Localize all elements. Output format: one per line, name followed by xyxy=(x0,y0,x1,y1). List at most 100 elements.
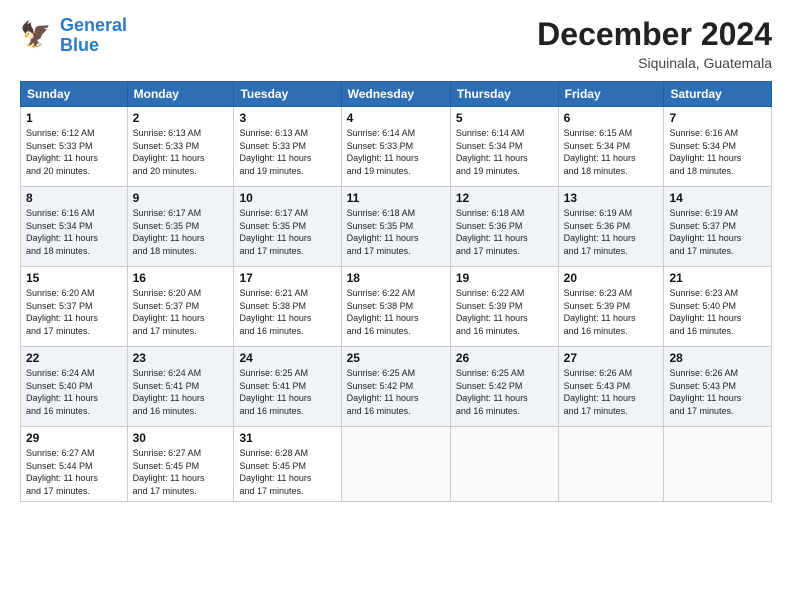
calendar-cell: 1 Sunrise: 6:12 AM Sunset: 5:33 PM Daylig… xyxy=(21,107,128,187)
calendar-day-header: Tuesday xyxy=(234,82,341,107)
day-info: Sunrise: 6:24 AM Sunset: 5:40 PM Dayligh… xyxy=(26,367,122,417)
day-number: 13 xyxy=(564,191,659,205)
day-info: Sunrise: 6:27 AM Sunset: 5:45 PM Dayligh… xyxy=(133,447,229,497)
calendar-day-header: Wednesday xyxy=(341,82,450,107)
calendar-cell: 13 Sunrise: 6:19 AM Sunset: 5:36 PM Dayli… xyxy=(558,187,664,267)
day-info: Sunrise: 6:25 AM Sunset: 5:42 PM Dayligh… xyxy=(347,367,445,417)
calendar-cell: 9 Sunrise: 6:17 AM Sunset: 5:35 PM Daylig… xyxy=(127,187,234,267)
day-info: Sunrise: 6:13 AM Sunset: 5:33 PM Dayligh… xyxy=(133,127,229,177)
header: 🦅 General Blue December 2024 Siquinala, … xyxy=(20,16,772,71)
calendar-cell: 20 Sunrise: 6:23 AM Sunset: 5:39 PM Dayli… xyxy=(558,267,664,347)
day-number: 30 xyxy=(133,431,229,445)
calendar-cell: 3Sunrise: 6:13 AM Sunset: 5:33 PM Daylig… xyxy=(234,107,341,187)
day-number: 31 xyxy=(239,431,335,445)
day-number: 20 xyxy=(564,271,659,285)
day-info: Sunrise: 6:19 AM Sunset: 5:37 PM Dayligh… xyxy=(669,207,766,257)
logo: 🦅 General Blue xyxy=(20,16,127,56)
logo-bird-icon: 🦅 xyxy=(20,18,56,54)
day-number: 29 xyxy=(26,431,122,445)
calendar-cell: 6Sunrise: 6:15 AM Sunset: 5:34 PM Daylig… xyxy=(558,107,664,187)
calendar-cell: 7 Sunrise: 6:16 AM Sunset: 5:34 PM Daylig… xyxy=(664,107,772,187)
day-info: Sunrise: 6:14 AM Sunset: 5:34 PM Dayligh… xyxy=(456,127,553,177)
calendar-cell xyxy=(450,427,558,502)
page: 🦅 General Blue December 2024 Siquinala, … xyxy=(0,0,792,612)
calendar-cell: 26Sunrise: 6:25 AM Sunset: 5:42 PM Dayli… xyxy=(450,347,558,427)
day-info: Sunrise: 6:25 AM Sunset: 5:41 PM Dayligh… xyxy=(239,367,335,417)
calendar-table: SundayMondayTuesdayWednesdayThursdayFrid… xyxy=(20,81,772,502)
svg-text:🦅: 🦅 xyxy=(20,19,51,49)
calendar-cell: 23Sunrise: 6:24 AM Sunset: 5:41 PM Dayli… xyxy=(127,347,234,427)
day-info: Sunrise: 6:16 AM Sunset: 5:34 PM Dayligh… xyxy=(26,207,122,257)
day-info: Sunrise: 6:18 AM Sunset: 5:35 PM Dayligh… xyxy=(347,207,445,257)
calendar-cell: 17Sunrise: 6:21 AM Sunset: 5:38 PM Dayli… xyxy=(234,267,341,347)
calendar-week-row: 8 Sunrise: 6:16 AM Sunset: 5:34 PM Daylig… xyxy=(21,187,772,267)
calendar-week-row: 1 Sunrise: 6:12 AM Sunset: 5:33 PM Daylig… xyxy=(21,107,772,187)
day-number: 9 xyxy=(133,191,229,205)
calendar-cell: 4 Sunrise: 6:14 AM Sunset: 5:33 PM Daylig… xyxy=(341,107,450,187)
day-number: 18 xyxy=(347,271,445,285)
day-info: Sunrise: 6:16 AM Sunset: 5:34 PM Dayligh… xyxy=(669,127,766,177)
calendar-cell: 28Sunrise: 6:26 AM Sunset: 5:43 PM Dayli… xyxy=(664,347,772,427)
day-number: 4 xyxy=(347,111,445,125)
day-number: 22 xyxy=(26,351,122,365)
day-number: 24 xyxy=(239,351,335,365)
day-number: 8 xyxy=(26,191,122,205)
calendar-cell: 18Sunrise: 6:22 AM Sunset: 5:38 PM Dayli… xyxy=(341,267,450,347)
calendar-cell xyxy=(558,427,664,502)
day-number: 7 xyxy=(669,111,766,125)
day-info: Sunrise: 6:12 AM Sunset: 5:33 PM Dayligh… xyxy=(26,127,122,177)
day-number: 17 xyxy=(239,271,335,285)
day-number: 26 xyxy=(456,351,553,365)
calendar-cell: 25 Sunrise: 6:25 AM Sunset: 5:42 PM Dayli… xyxy=(341,347,450,427)
day-number: 10 xyxy=(239,191,335,205)
day-number: 28 xyxy=(669,351,766,365)
calendar-cell: 22 Sunrise: 6:24 AM Sunset: 5:40 PM Dayli… xyxy=(21,347,128,427)
day-info: Sunrise: 6:22 AM Sunset: 5:39 PM Dayligh… xyxy=(456,287,553,337)
calendar-day-header: Saturday xyxy=(664,82,772,107)
calendar-cell xyxy=(664,427,772,502)
day-info: Sunrise: 6:23 AM Sunset: 5:40 PM Dayligh… xyxy=(669,287,766,337)
calendar-header-row: SundayMondayTuesdayWednesdayThursdayFrid… xyxy=(21,82,772,107)
day-info: Sunrise: 6:13 AM Sunset: 5:33 PM Dayligh… xyxy=(239,127,335,177)
day-number: 14 xyxy=(669,191,766,205)
calendar-cell: 14 Sunrise: 6:19 AM Sunset: 5:37 PM Dayli… xyxy=(664,187,772,267)
day-info: Sunrise: 6:20 AM Sunset: 5:37 PM Dayligh… xyxy=(133,287,229,337)
day-number: 19 xyxy=(456,271,553,285)
calendar-cell xyxy=(341,427,450,502)
calendar-cell: 29 Sunrise: 6:27 AM Sunset: 5:44 PM Dayli… xyxy=(21,427,128,502)
calendar-cell: 12Sunrise: 6:18 AM Sunset: 5:36 PM Dayli… xyxy=(450,187,558,267)
day-number: 1 xyxy=(26,111,122,125)
calendar-cell: 21 Sunrise: 6:23 AM Sunset: 5:40 PM Dayli… xyxy=(664,267,772,347)
title-block: December 2024 Siquinala, Guatemala xyxy=(537,16,772,71)
calendar-week-row: 15Sunrise: 6:20 AM Sunset: 5:37 PM Dayli… xyxy=(21,267,772,347)
calendar-day-header: Friday xyxy=(558,82,664,107)
day-number: 5 xyxy=(456,111,553,125)
day-info: Sunrise: 6:14 AM Sunset: 5:33 PM Dayligh… xyxy=(347,127,445,177)
day-number: 16 xyxy=(133,271,229,285)
day-number: 2 xyxy=(133,111,229,125)
calendar-cell: 31Sunrise: 6:28 AM Sunset: 5:45 PM Dayli… xyxy=(234,427,341,502)
day-info: Sunrise: 6:26 AM Sunset: 5:43 PM Dayligh… xyxy=(564,367,659,417)
day-number: 25 xyxy=(347,351,445,365)
day-info: Sunrise: 6:17 AM Sunset: 5:35 PM Dayligh… xyxy=(239,207,335,257)
logo-text: General Blue xyxy=(60,16,127,56)
day-info: Sunrise: 6:23 AM Sunset: 5:39 PM Dayligh… xyxy=(564,287,659,337)
calendar-day-header: Sunday xyxy=(21,82,128,107)
calendar-day-header: Monday xyxy=(127,82,234,107)
day-info: Sunrise: 6:27 AM Sunset: 5:44 PM Dayligh… xyxy=(26,447,122,497)
calendar-week-row: 22 Sunrise: 6:24 AM Sunset: 5:40 PM Dayli… xyxy=(21,347,772,427)
calendar-cell: 27Sunrise: 6:26 AM Sunset: 5:43 PM Dayli… xyxy=(558,347,664,427)
calendar-cell: 11Sunrise: 6:18 AM Sunset: 5:35 PM Dayli… xyxy=(341,187,450,267)
calendar-cell: 2 Sunrise: 6:13 AM Sunset: 5:33 PM Daylig… xyxy=(127,107,234,187)
day-info: Sunrise: 6:18 AM Sunset: 5:36 PM Dayligh… xyxy=(456,207,553,257)
calendar-cell: 24 Sunrise: 6:25 AM Sunset: 5:41 PM Dayli… xyxy=(234,347,341,427)
calendar-day-header: Thursday xyxy=(450,82,558,107)
day-info: Sunrise: 6:17 AM Sunset: 5:35 PM Dayligh… xyxy=(133,207,229,257)
calendar-cell: 5 Sunrise: 6:14 AM Sunset: 5:34 PM Daylig… xyxy=(450,107,558,187)
calendar-cell: 10 Sunrise: 6:17 AM Sunset: 5:35 PM Dayli… xyxy=(234,187,341,267)
day-info: Sunrise: 6:20 AM Sunset: 5:37 PM Dayligh… xyxy=(26,287,122,337)
location: Siquinala, Guatemala xyxy=(537,55,772,71)
day-info: Sunrise: 6:19 AM Sunset: 5:36 PM Dayligh… xyxy=(564,207,659,257)
day-number: 21 xyxy=(669,271,766,285)
calendar-cell: 30 Sunrise: 6:27 AM Sunset: 5:45 PM Dayli… xyxy=(127,427,234,502)
